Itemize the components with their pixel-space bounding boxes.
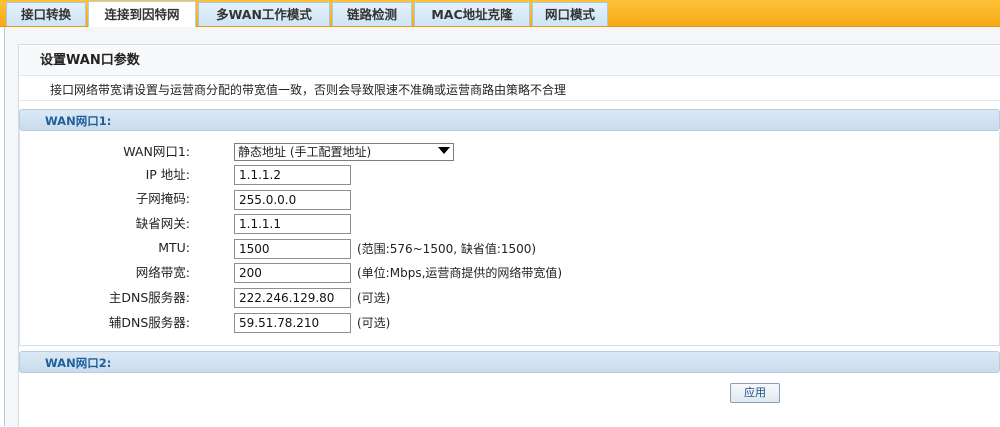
secondary-dns-input[interactable]	[234, 313, 351, 333]
tab-bar: 接口转换 连接到因特网 多WAN工作模式 链路检测 MAC地址克隆 网口模式	[0, 0, 1000, 27]
tab-link-detect[interactable]: 链路检测	[332, 2, 412, 26]
wan1-mode-select[interactable]: 静态地址 (手工配置地址)	[234, 143, 454, 161]
bandwidth-input[interactable]	[234, 263, 351, 283]
bandwidth-notice: 接口网络带宽请设置与运营商分配的带宽值一致，否则会导致限速不准确或运营商路由策略…	[19, 79, 1000, 101]
gateway-input[interactable]	[234, 214, 351, 234]
primary-dns-input[interactable]	[234, 288, 351, 308]
mtu-hint: (范围:576~1500, 缺省值:1500)	[357, 242, 537, 256]
mtu-label: MTU:	[158, 240, 190, 255]
bandwidth-label: 网络带宽:	[135, 265, 190, 280]
secondary-dns-label: 辅DNS服务器:	[108, 315, 190, 330]
bandwidth-hint: (单位:Mbps,运营商提供的网络带宽值)	[357, 266, 563, 280]
tab-port-mode[interactable]: 网口模式	[532, 2, 608, 26]
primary-dns-hint: (可选)	[357, 291, 391, 305]
gateway-label: 缺省网关:	[135, 216, 190, 231]
mtu-input[interactable]	[234, 239, 351, 259]
tab-interface-convert[interactable]: 接口转换	[6, 2, 86, 26]
wan1-mode-label: WAN网口1:	[123, 144, 190, 159]
tab-connect-internet[interactable]: 连接到因特网	[88, 1, 196, 27]
tab-mac-clone[interactable]: MAC地址克隆	[414, 2, 530, 26]
wan2-group-header[interactable]: WAN网口2:	[19, 351, 1000, 373]
subnet-mask-label: 子网掩码:	[135, 191, 190, 206]
wan1-group-header[interactable]: WAN网口1:	[19, 109, 1000, 131]
ip-label: IP 地址:	[145, 167, 190, 182]
secondary-dns-hint: (可选)	[357, 316, 391, 330]
tab-multi-wan[interactable]: 多WAN工作模式	[198, 2, 330, 26]
chevron-down-icon	[438, 147, 450, 154]
subnet-mask-input[interactable]	[234, 190, 351, 210]
apply-button[interactable]: 应用	[730, 383, 780, 403]
wan1-mode-value: 静态地址 (手工配置地址)	[238, 145, 372, 159]
ip-address-input[interactable]	[234, 165, 351, 185]
primary-dns-label: 主DNS服务器:	[108, 290, 190, 305]
section-title: 设置WAN口参数	[19, 46, 1000, 76]
